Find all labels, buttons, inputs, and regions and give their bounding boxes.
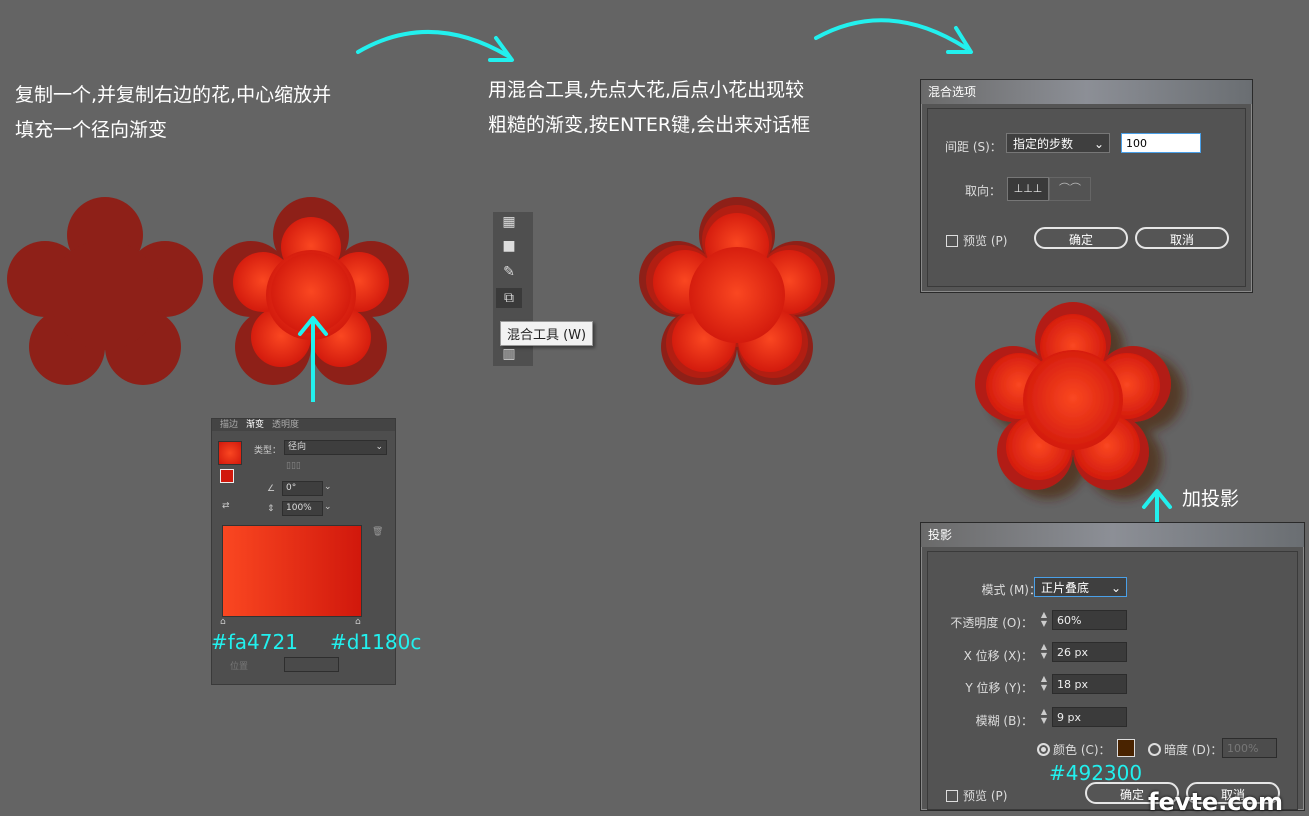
shadow-color-hex: #492300	[1049, 761, 1143, 785]
stroke-buttons-icon: ▯▯▯	[286, 461, 301, 471]
darkness-value: 100%	[1227, 742, 1259, 755]
position-input[interactable]	[284, 657, 339, 672]
type-label: 类型：	[254, 446, 282, 456]
opacity-value: 60%	[1057, 614, 1082, 627]
darkness-label: 暗度 (D)：	[1164, 743, 1223, 757]
aspect-dropdown-icon[interactable]: ⌄	[324, 502, 332, 512]
delete-stop-icon[interactable]: 🗑	[372, 527, 383, 537]
gradient-swatch[interactable]	[218, 441, 242, 465]
preview-label: 预览 (P)	[963, 234, 1008, 248]
shadow-preview-label: 预览 (P)	[963, 789, 1008, 803]
opacity-stepper-icon[interactable]: ▲ ▼	[1038, 610, 1050, 630]
blend-tool-tooltip: 混合工具 (W)	[500, 321, 594, 346]
gradient-stop-left[interactable]: ⌂	[220, 617, 226, 627]
aspect-ratio-value: 100%	[286, 503, 312, 513]
gradient-start-hex: #fa4721	[211, 630, 298, 654]
y-offset-label: Y 位移 (Y)：	[965, 681, 1033, 695]
gradient-tool-icon[interactable]: ■	[499, 236, 519, 256]
step2-caption: 用混合工具,先点大花,后点小花出现较 粗糙的渐变,按ENTER键,会出来对话框	[488, 73, 810, 143]
steps-input[interactable]: 100	[1121, 133, 1201, 153]
angle-value: 0°	[286, 483, 297, 493]
x-offset-stepper-icon[interactable]: ▲ ▼	[1038, 642, 1050, 662]
preview-checkbox[interactable]	[946, 235, 958, 247]
flower-blended	[639, 197, 835, 385]
curved-arrow-2-icon	[814, 18, 973, 54]
opacity-label: 不透明度 (O)：	[950, 616, 1033, 630]
blur-stepper-icon[interactable]: ▲ ▼	[1038, 707, 1050, 727]
step1-caption: 复制一个,并复制右边的花,中心缩放并 填充一个径向渐变	[15, 78, 331, 148]
angle-dropdown-icon[interactable]: ⌄	[324, 482, 332, 492]
position-label: 位置	[230, 662, 249, 672]
shadow-preview-checkbox[interactable]	[946, 790, 958, 802]
blend-dialog-title: 混合选项	[921, 80, 1252, 104]
aspect-ratio-icon: ⇕	[267, 504, 275, 514]
y-offset-input[interactable]: 18 px	[1052, 674, 1127, 694]
shadow-dialog-title: 投影	[921, 523, 1304, 547]
flower-dark	[7, 197, 203, 385]
blur-input[interactable]: 9 px	[1052, 707, 1127, 727]
reverse-gradient-icon[interactable]: ⇄	[222, 501, 230, 511]
ok-button[interactable]: 确定	[1034, 227, 1128, 249]
x-offset-label: X 位移 (X)：	[963, 649, 1033, 663]
mode-label: 模式 (M)：	[981, 583, 1041, 597]
chevron-down-icon: ⌄	[1093, 137, 1104, 151]
spacing-select[interactable]: 指定的步数 ⌄	[1006, 133, 1110, 153]
blend-dialog-body: 间距 (S)： 指定的步数 ⌄ 100 取向： ⊥⊥⊥ ⌒⌒ 预览 (P) 确定…	[927, 108, 1246, 287]
darkness-input[interactable]: 100%	[1222, 738, 1277, 758]
step2-caption-line1: 用混合工具,先点大花,后点小花出现较	[488, 79, 805, 101]
x-offset-value: 26 px	[1057, 646, 1088, 659]
gradient-type-value: 径向	[288, 442, 307, 452]
step2-caption-line2: 粗糙的渐变,按ENTER键,会出来对话框	[488, 114, 811, 136]
up-arrow-1-icon	[298, 316, 328, 402]
align-to-path-icon[interactable]: ⌒⌒	[1049, 177, 1091, 201]
mode-value: 正片叠底	[1041, 581, 1090, 595]
blur-label: 模糊 (B)：	[975, 714, 1033, 728]
eyedropper-tool-icon[interactable]: ✎	[499, 262, 519, 282]
tab-stroke[interactable]: 描边	[220, 419, 238, 431]
watermark-logo: fevte.com	[1148, 788, 1283, 816]
gradient-slider-preview[interactable]	[222, 525, 362, 617]
gradient-stop-right[interactable]: ⌂	[355, 617, 361, 627]
opacity-input[interactable]: 60%	[1052, 610, 1127, 630]
gradient-end-hex: #d1180c	[330, 630, 422, 654]
shadow-color-swatch[interactable]	[1117, 739, 1135, 757]
blend-tool-icon[interactable]: ⧉	[496, 288, 522, 308]
angle-icon: ∠	[267, 484, 276, 494]
tab-transparency[interactable]: 透明度	[272, 419, 299, 431]
darkness-radio[interactable]	[1148, 743, 1161, 756]
y-offset-stepper-icon[interactable]: ▲ ▼	[1038, 674, 1050, 694]
align-to-page-icon[interactable]: ⊥⊥⊥	[1007, 177, 1049, 201]
step1-caption-line2: 填充一个径向渐变	[15, 119, 168, 141]
spacing-select-value: 指定的步数	[1013, 137, 1074, 151]
chevron-down-icon: ⌄	[375, 442, 383, 452]
tab-gradient[interactable]: 渐变	[246, 419, 264, 431]
step1-caption-line1: 复制一个,并复制右边的花,中心缩放并	[15, 84, 332, 106]
spacing-label: 间距 (S)：	[945, 140, 1002, 154]
blur-value: 9 px	[1057, 711, 1081, 724]
cancel-button[interactable]: 取消	[1135, 227, 1229, 249]
color-label: 颜色 (C)：	[1053, 743, 1111, 757]
color-radio[interactable]	[1037, 743, 1050, 756]
x-offset-input[interactable]: 26 px	[1052, 642, 1127, 662]
y-offset-value: 18 px	[1057, 678, 1088, 691]
chart-tool-icon[interactable]: ▥	[499, 344, 519, 364]
mode-select[interactable]: 正片叠底 ⌄	[1034, 577, 1127, 597]
shadow-caption: 加投影	[1182, 488, 1240, 510]
curved-arrow-1-icon	[356, 29, 514, 62]
blend-options-dialog: 混合选项 间距 (S)： 指定的步数 ⌄ 100 取向： ⊥⊥⊥ ⌒⌒ 预览 (…	[920, 79, 1253, 293]
fill-stroke-icon[interactable]	[220, 469, 234, 483]
gradient-panel-tabs: 描边 渐变 透明度	[212, 419, 395, 431]
aspect-ratio-input[interactable]: 100%	[282, 501, 323, 516]
steps-value: 100	[1126, 137, 1147, 150]
angle-input[interactable]: 0°	[282, 481, 323, 496]
gradient-type-select[interactable]: 径向 ⌄	[284, 440, 387, 455]
flower-with-shadow	[975, 302, 1171, 490]
chevron-down-icon: ⌄	[1110, 581, 1121, 595]
orientation-label: 取向：	[965, 184, 1002, 198]
mesh-tool-icon[interactable]: ▦	[499, 212, 519, 232]
